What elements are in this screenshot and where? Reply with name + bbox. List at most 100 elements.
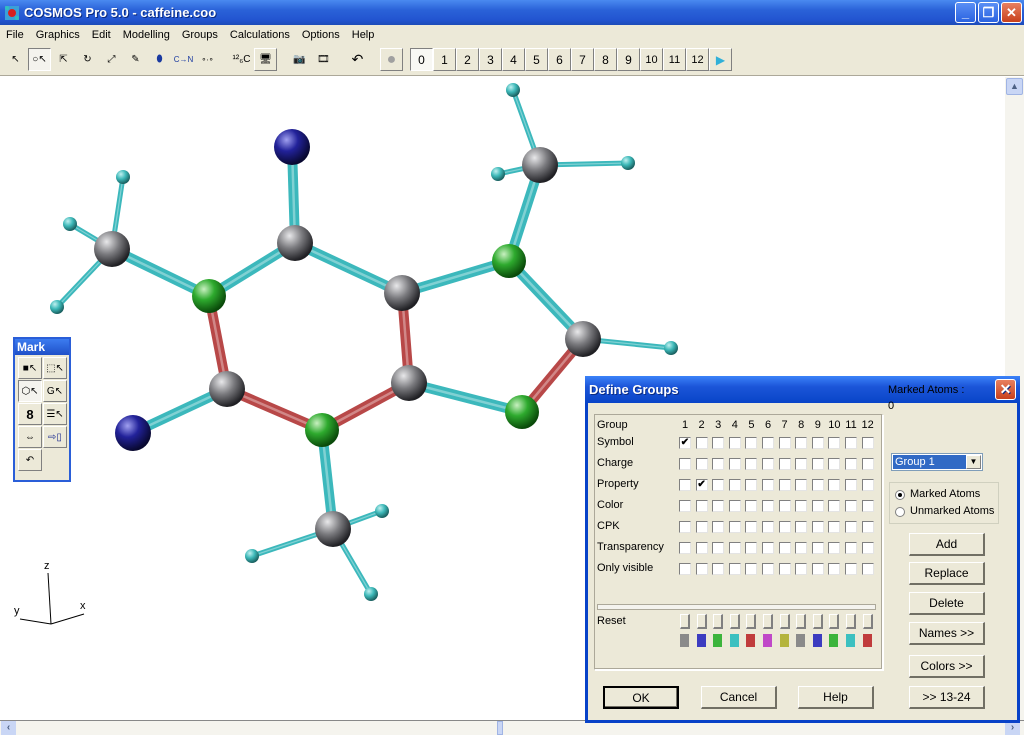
checkbox-transparency-1[interactable] [679, 542, 691, 554]
checkbox-property-3[interactable] [712, 479, 725, 491]
hydrogen-atom[interactable] [491, 167, 505, 181]
checkbox-only-visible-2[interactable] [695, 563, 708, 575]
isotope-tool-button[interactable]: ¹²₆C [230, 48, 253, 71]
names-button[interactable]: Names >> [909, 622, 985, 645]
checkbox-symbol-5[interactable] [745, 437, 758, 449]
checkbox-only-visible-11[interactable] [845, 563, 857, 575]
draw-bond-tool-button[interactable]: ✎ [124, 48, 147, 71]
menu-modelling[interactable]: Modelling [117, 29, 176, 41]
frame-button-12[interactable]: 12 [686, 48, 709, 71]
mark-chain-button[interactable]: 8 [18, 403, 42, 425]
checkbox-symbol-10[interactable] [828, 437, 841, 449]
checkbox-only-visible-3[interactable] [712, 563, 725, 575]
checkbox-property-2[interactable]: ✔ [695, 479, 708, 491]
group-color-swatch-1[interactable] [680, 634, 689, 647]
scroll-up-button[interactable]: ▲ [1006, 78, 1023, 95]
checkbox-property-12[interactable] [861, 479, 874, 491]
cancel-button[interactable]: Cancel [701, 686, 777, 709]
menu-help[interactable]: Help [346, 29, 381, 41]
more-groups-button[interactable]: >> 13-24 [909, 686, 985, 709]
group-color-swatch-12[interactable] [862, 634, 872, 647]
checkbox-charge-1[interactable] [679, 458, 691, 470]
menu-groups[interactable]: Groups [176, 29, 224, 41]
checkbox-color-6[interactable] [762, 500, 774, 512]
checkbox-transparency-8[interactable] [795, 542, 808, 554]
menu-calculations[interactable]: Calculations [224, 29, 296, 41]
group-color-swatch-9[interactable] [812, 634, 822, 647]
frame-button-8[interactable]: 8 [594, 48, 617, 71]
marked-atoms-radio-label[interactable]: Marked Atoms [910, 488, 980, 500]
reset-button-3[interactable] [713, 614, 724, 629]
mark-undo-button[interactable]: ↶ [18, 449, 42, 471]
add-button[interactable]: Add [909, 533, 985, 556]
select-measure-tool-button[interactable]: ↖ [4, 48, 27, 71]
group-color-swatch-4[interactable] [729, 634, 739, 647]
group-color-swatch-11[interactable] [846, 634, 855, 647]
checkbox-transparency-12[interactable] [861, 542, 874, 554]
frame-button-5[interactable]: 5 [525, 48, 548, 71]
checkbox-symbol-8[interactable] [795, 437, 808, 449]
frame-button-4[interactable]: 4 [502, 48, 525, 71]
reset-button-11[interactable] [846, 614, 856, 629]
checkbox-charge-6[interactable] [762, 458, 774, 470]
checkbox-property-7[interactable] [778, 479, 791, 491]
ok-button[interactable]: OK [603, 686, 679, 709]
carbon-atom[interactable] [94, 231, 130, 267]
eraser-tool-button[interactable]: ⬮ [148, 48, 171, 71]
checkbox-cpk-8[interactable] [795, 521, 808, 533]
group-color-swatch-2[interactable] [696, 634, 706, 647]
colors-button[interactable]: Colors >> [909, 655, 985, 678]
checkbox-charge-4[interactable] [728, 458, 741, 470]
zoom-tool-button[interactable]: ⤢ [100, 48, 123, 71]
checkbox-color-11[interactable] [845, 500, 857, 512]
checkbox-cpk-4[interactable] [728, 521, 741, 533]
nitrogen-atom[interactable] [492, 244, 526, 278]
hydrogen-atom[interactable] [375, 504, 389, 518]
mark-invert-button[interactable]: ⇨▯ [43, 426, 67, 448]
checkbox-property-10[interactable] [828, 479, 841, 491]
menu-graphics[interactable]: Graphics [30, 29, 86, 41]
frame-button-11[interactable]: 11 [663, 48, 686, 71]
reset-button-1[interactable] [680, 614, 690, 629]
checkbox-only-visible-8[interactable] [795, 563, 808, 575]
mark-ring-button[interactable]: ⬡↖ [18, 380, 42, 402]
reset-button-5[interactable] [746, 614, 757, 629]
frame-button-1[interactable]: 1 [433, 48, 456, 71]
oxygen-atom[interactable] [115, 415, 151, 451]
reset-button-6[interactable] [763, 614, 773, 629]
element-change-tool-button[interactable]: C→N [172, 48, 195, 71]
horizontal-scroll-thumb[interactable] [497, 721, 503, 735]
checkbox-charge-9[interactable] [811, 458, 824, 470]
checkbox-color-12[interactable] [861, 500, 874, 512]
checkbox-only-visible-4[interactable] [728, 563, 741, 575]
hydrogen-atom[interactable] [621, 156, 635, 170]
checkbox-transparency-2[interactable] [695, 542, 708, 554]
checkbox-color-7[interactable] [778, 500, 791, 512]
menu-edit[interactable]: Edit [86, 29, 117, 41]
checkbox-cpk-5[interactable] [745, 521, 758, 533]
frame-button-9[interactable]: 9 [617, 48, 640, 71]
checkbox-color-10[interactable] [828, 500, 841, 512]
checkbox-transparency-9[interactable] [811, 542, 824, 554]
chevron-down-icon[interactable]: ▼ [966, 455, 981, 469]
minimize-button[interactable]: _ [955, 2, 976, 23]
checkbox-transparency-4[interactable] [728, 542, 741, 554]
checkbox-cpk-11[interactable] [845, 521, 857, 533]
nitrogen-atom[interactable] [305, 413, 339, 447]
checkbox-symbol-6[interactable] [762, 437, 774, 449]
checkbox-property-11[interactable] [845, 479, 857, 491]
checkbox-color-2[interactable] [695, 500, 708, 512]
checkbox-property-9[interactable] [811, 479, 824, 491]
checkbox-symbol-12[interactable] [861, 437, 874, 449]
hydrogen-atom[interactable] [50, 300, 64, 314]
checkbox-property-8[interactable] [795, 479, 808, 491]
checkbox-charge-10[interactable] [828, 458, 841, 470]
hydrogen-atom[interactable] [506, 83, 520, 97]
checkbox-symbol-2[interactable] [695, 437, 708, 449]
checkbox-color-5[interactable] [745, 500, 758, 512]
group-color-swatch-5[interactable] [746, 634, 756, 647]
marked-atoms-radio[interactable] [895, 490, 905, 500]
nitrogen-atom[interactable] [505, 395, 539, 429]
carbon-atom[interactable] [209, 371, 245, 407]
checkbox-transparency-7[interactable] [778, 542, 791, 554]
